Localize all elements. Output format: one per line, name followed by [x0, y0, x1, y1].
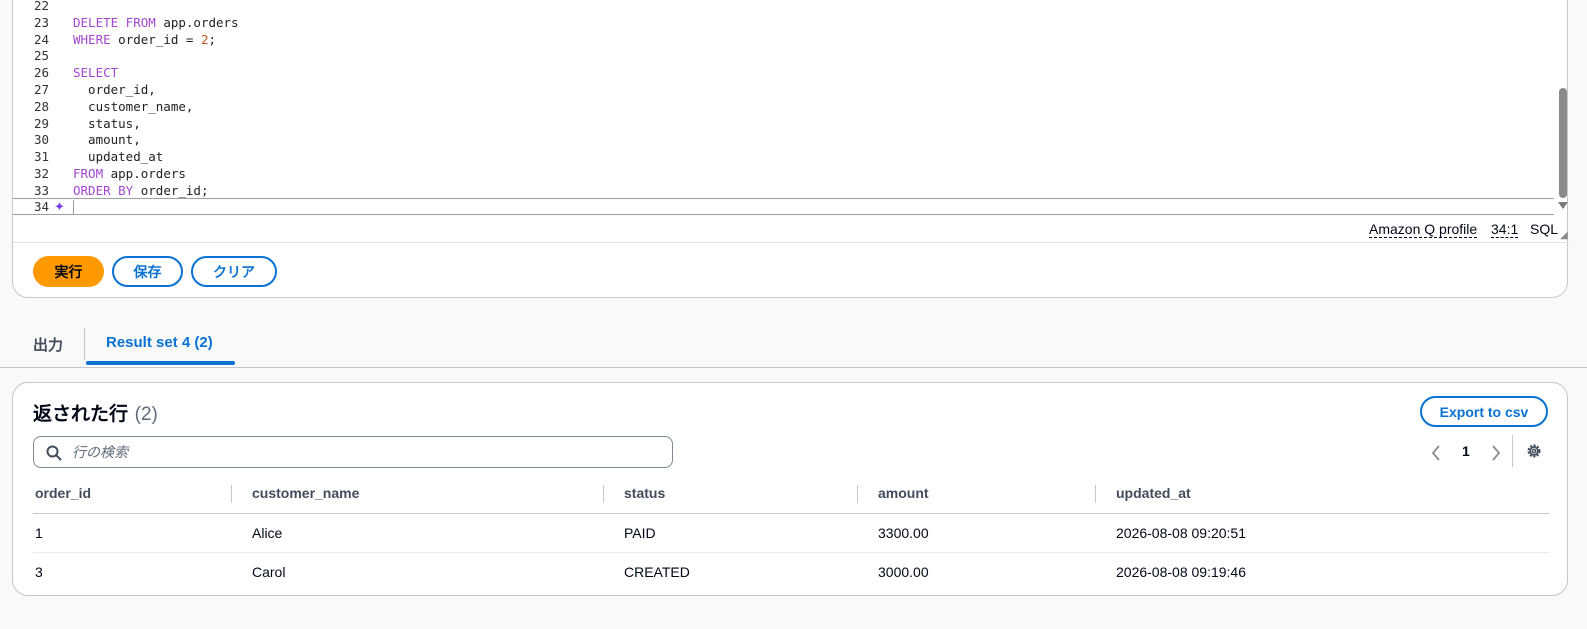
- line-number: 33: [34, 182, 50, 198]
- code-text: SELECT: [73, 64, 118, 81]
- column-header-customer-name[interactable]: customer_name: [252, 485, 359, 501]
- sql-token: order_id;: [133, 182, 209, 198]
- tab-divider: [84, 328, 85, 360]
- sparkle-icon[interactable]: ✦: [54, 199, 65, 214]
- gear-icon[interactable]: [1525, 442, 1543, 460]
- code-text: FROM app.orders: [73, 165, 186, 182]
- line-number: 22: [34, 0, 50, 13]
- column-divider[interactable]: [1095, 485, 1096, 503]
- cell-customer-name: Carol: [252, 564, 286, 580]
- search-icon: [46, 445, 62, 461]
- sql-token: customer_name,: [73, 98, 194, 114]
- sql-keyword: SELECT: [73, 65, 119, 81]
- results-count: (2): [134, 404, 158, 425]
- code-text: updated_at: [73, 148, 163, 165]
- result-tabs: 出力 Result set 4 (2): [0, 326, 1587, 368]
- line-number: 23: [34, 14, 50, 30]
- cursor-position[interactable]: 34:1: [1491, 221, 1519, 238]
- column-divider[interactable]: [231, 485, 232, 503]
- table-row[interactable]: 1 Alice PAID 3300.00 2026-08-08 09:20:51: [33, 514, 1549, 553]
- cell-updated-at: 2026-08-08 09:20:51: [1116, 525, 1246, 541]
- resize-handle-icon[interactable]: ◢: [1560, 230, 1568, 241]
- sql-token: order_id =: [110, 31, 201, 47]
- export-csv-button[interactable]: Export to csv: [1420, 396, 1548, 427]
- table-row[interactable]: 3 Carol CREATED 3000.00 2026-08-08 09:19…: [33, 553, 1549, 591]
- cell-order-id: 1: [35, 525, 43, 541]
- cell-status: PAID: [624, 525, 656, 541]
- line-number: 32: [34, 166, 50, 181]
- language-mode: SQL: [1530, 221, 1559, 237]
- code-editor[interactable]: 22 23 DELETE FROM app.orders 24 WHERE order_…: [13, 0, 1554, 215]
- table-header-row: order_id customer_name status amount upd…: [33, 479, 1549, 514]
- cell-updated-at: 2026-08-08 09:19:46: [1116, 564, 1246, 580]
- code-text: DELETE FROM app.orders: [73, 14, 239, 31]
- chevron-left-icon[interactable]: [1428, 443, 1444, 463]
- sql-keyword: WHERE: [73, 31, 111, 47]
- run-button[interactable]: 実行: [33, 256, 104, 287]
- column-header-status[interactable]: status: [624, 485, 665, 501]
- cell-customer-name: Alice: [252, 525, 283, 541]
- save-button[interactable]: 保存: [112, 256, 183, 287]
- cell-status: CREATED: [624, 564, 690, 580]
- sql-token: app.orders: [103, 166, 186, 181]
- sql-keyword: DELETE FROM: [73, 14, 156, 30]
- column-header-updated-at[interactable]: updated_at: [1116, 485, 1191, 501]
- sql-token: amount,: [73, 132, 141, 148]
- sql-token: app.orders: [155, 14, 239, 30]
- tab-result-set[interactable]: Result set 4 (2): [106, 334, 213, 351]
- active-tab-indicator: [86, 361, 235, 365]
- column-divider[interactable]: [603, 485, 604, 503]
- current-page-number[interactable]: 1: [1462, 443, 1470, 459]
- line-number: 29: [34, 115, 50, 131]
- search-input[interactable]: [70, 443, 664, 463]
- scroll-down-arrow-icon[interactable]: [1558, 202, 1568, 209]
- code-text: amount,: [73, 131, 141, 148]
- cell-order-id: 3: [35, 564, 43, 580]
- column-header-order-id[interactable]: order_id: [35, 485, 91, 501]
- scrollbar-thumb[interactable]: [1559, 88, 1567, 198]
- code-text: ORDER BY order_id;: [73, 182, 208, 199]
- tab-output[interactable]: 出力: [33, 334, 63, 355]
- pager-divider: [1512, 435, 1513, 467]
- line-number: 34: [34, 199, 50, 214]
- code-text: WHERE order_id = 2;: [73, 31, 216, 48]
- chevron-right-icon[interactable]: [1488, 443, 1504, 463]
- code-text: customer_name,: [73, 98, 193, 115]
- sql-token: updated_at: [73, 149, 164, 165]
- code-text: status,: [73, 115, 141, 132]
- line-number: 26: [34, 65, 50, 81]
- clear-button[interactable]: クリア: [191, 256, 277, 287]
- line-number: 27: [34, 82, 50, 97]
- sql-editor-panel: 22 23 DELETE FROM app.orders 24 WHERE order_…: [12, 0, 1569, 298]
- text-cursor: [73, 200, 74, 214]
- cell-amount: 3000.00: [878, 564, 929, 580]
- sql-keyword: ORDER BY: [73, 182, 134, 198]
- sql-token: ;: [208, 31, 217, 47]
- line-number: 30: [34, 132, 50, 148]
- line-number: 31: [34, 149, 50, 165]
- line-number: 28: [34, 98, 50, 114]
- sql-keyword: FROM: [73, 166, 104, 181]
- column-divider[interactable]: [857, 485, 858, 503]
- results-heading: 返された行 (2): [33, 399, 158, 426]
- editor-status-bar: Amazon Q profile 34:1 SQL: [13, 215, 1569, 243]
- sql-token: order_id,: [73, 82, 156, 97]
- editor-scrollbar[interactable]: [1557, 0, 1569, 214]
- results-title: 返された行: [33, 403, 129, 425]
- row-search-field[interactable]: [33, 436, 673, 468]
- column-header-amount[interactable]: amount: [878, 485, 929, 501]
- sql-token: status,: [73, 115, 141, 131]
- line-number: 25: [34, 48, 50, 64]
- current-line[interactable]: 34 ✦: [13, 198, 1554, 214]
- results-panel: 返された行 (2) Export to csv 1 order_id custo…: [12, 382, 1568, 596]
- line-number: 24: [34, 31, 50, 47]
- amazon-q-profile-link[interactable]: Amazon Q profile: [1369, 221, 1478, 238]
- code-text: order_id,: [73, 81, 156, 98]
- cell-amount: 3300.00: [878, 525, 929, 541]
